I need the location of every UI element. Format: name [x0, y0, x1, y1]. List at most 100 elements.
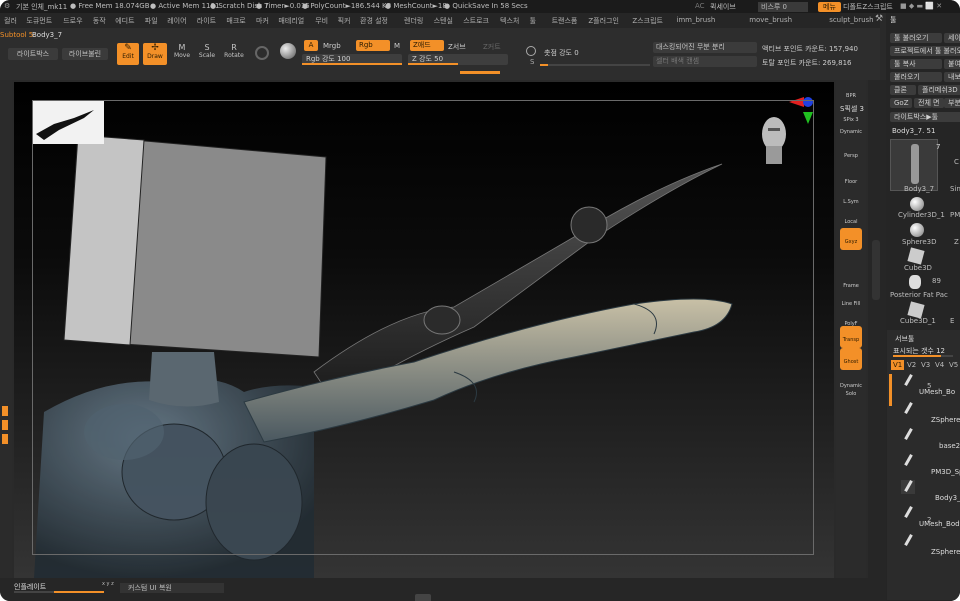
subtool-item-1[interactable]: ZSphere [931, 416, 960, 424]
polymesh3d-button[interactable]: 폴리메쉬3D 만 [918, 85, 960, 95]
subtool-thumbnail-icon[interactable] [901, 454, 915, 468]
rotate-button[interactable]: R Rotate [222, 43, 246, 65]
cube-icon[interactable] [907, 247, 925, 265]
menu-item-15[interactable]: 스텐실 [434, 16, 453, 26]
gizmo-icon[interactable] [255, 46, 269, 60]
right-tool-ghost[interactable]: Ghost [840, 348, 862, 370]
goz-button[interactable]: GoZ [890, 98, 912, 108]
partial-button[interactable]: 부분 [944, 98, 960, 108]
subtool-thumbnail-icon[interactable] [901, 374, 915, 388]
subtool-item-5[interactable]: UMesh_Body [919, 520, 960, 528]
spix-label[interactable]: S픽셀 3 [840, 104, 864, 114]
right-tool-l-sym[interactable]: L.Sym [840, 188, 862, 210]
zadd-button[interactable]: Z애드 [410, 40, 444, 51]
menu-item-24[interactable]: sculpt_brush [829, 16, 873, 24]
menu-item-23[interactable]: move_brush [749, 16, 792, 24]
right-tool-transp[interactable]: Transp [840, 326, 862, 348]
live-boolean-button[interactable]: 라이브불린 [62, 48, 108, 60]
cube-1-icon[interactable] [907, 301, 925, 319]
window-buttons[interactable]: ■ ◆ ▬ ⬜ ✕ [900, 2, 942, 10]
mrgb-button[interactable]: Mrgb [323, 42, 341, 50]
right-scrollbar[interactable] [868, 80, 886, 580]
fat-pac-icon[interactable] [909, 275, 921, 289]
menu-item-12[interactable]: 픽커 [338, 16, 351, 26]
scale-button[interactable]: S Scale [197, 43, 217, 65]
draw-button[interactable]: ✢ Draw [143, 43, 167, 65]
zsub-button[interactable]: Z서브 [448, 42, 466, 52]
rgb-intensity-slider[interactable]: Rgb 강도 100 [302, 54, 402, 65]
lightbox-button[interactable]: 라이트박스 [8, 48, 58, 60]
import-project-tool-button[interactable]: 프로젝트에서 툴 불러오 [890, 46, 960, 56]
menu-item-10[interactable]: 매테리얼 [278, 16, 304, 26]
subtool-thumbnail-icon[interactable] [901, 428, 915, 442]
subtool-tab-v3[interactable]: V3 [919, 360, 932, 370]
focal-shift-bar[interactable] [540, 64, 650, 66]
draw-size-bar[interactable] [460, 71, 500, 74]
tool-extra-e[interactable]: E [950, 317, 954, 325]
quicksave-button[interactable]: 퀵세이브 [710, 2, 736, 12]
menu-item-20[interactable]: Z플러그인 [588, 16, 619, 26]
cylinder-icon[interactable] [910, 197, 924, 211]
z-intensity-slider[interactable]: Z 강도 50 [408, 54, 508, 65]
tool-label-fatpac[interactable]: Posterior Fat Pac [890, 291, 948, 299]
right-tool-persp[interactable]: Persp [840, 142, 862, 164]
tool-label-sphere[interactable]: Sphere3D [902, 238, 937, 246]
menu-item-22[interactable]: imm_brush [676, 16, 715, 24]
subtool-tab-v4[interactable]: V4 [933, 360, 946, 370]
sphere-icon[interactable] [910, 223, 924, 237]
rgb-button[interactable]: Rgb [356, 40, 390, 51]
menu-item-14[interactable]: 렌더링 [404, 16, 423, 26]
right-tool-floor[interactable]: Floor [840, 168, 862, 190]
dynamesh-button[interactable]: 대스킹되어진 무분 분리 [653, 42, 757, 53]
move-button[interactable]: M Move [172, 43, 192, 65]
menu-item-1[interactable]: 도큐먼트 [26, 16, 52, 26]
custom-ui-restore[interactable]: 커스텀 UI 복원 [120, 583, 224, 593]
right-tool-dynamic[interactable]: Dynamic [840, 118, 862, 140]
menu-item-3[interactable]: 동작 [93, 16, 106, 26]
tool-label-cube[interactable]: Cube3D [904, 264, 932, 272]
visible-button[interactable]: 면 [932, 98, 944, 108]
subtool-tab-v2[interactable]: V2 [905, 360, 918, 370]
menu-item-2[interactable]: 드로우 [63, 16, 82, 26]
inflate-bar[interactable] [14, 591, 104, 593]
menu-item-8[interactable]: 매크로 [226, 16, 245, 26]
bottom-chevron-icon[interactable] [415, 594, 431, 601]
menu-item-6[interactable]: 레이어 [167, 16, 186, 26]
a-button[interactable]: A [304, 40, 318, 51]
menu-item-7[interactable]: 라이트 [197, 16, 216, 26]
lightbox-tool-button[interactable]: 라이트박스▶툴 [890, 112, 960, 122]
menu-item-18[interactable]: 툴 [530, 16, 536, 26]
right-tool-bpr[interactable]: BPR [840, 82, 862, 104]
menu-item-16[interactable]: 스트로크 [463, 16, 489, 26]
m-button[interactable]: M [394, 42, 400, 50]
subtool-tab-v5[interactable]: V5 [947, 360, 960, 370]
menu-item-4[interactable]: 에디트 [115, 16, 134, 26]
copy-tool-button[interactable]: 툴 복사 [890, 59, 942, 69]
all-button[interactable]: 전체 [914, 98, 932, 108]
tool-label-body[interactable]: Body3_7 [904, 185, 934, 193]
current-tool-thumbnail[interactable] [890, 139, 938, 191]
load-button[interactable]: 불러오기 [890, 72, 942, 82]
subtool-scrollbar[interactable] [889, 374, 892, 406]
default-script-button[interactable]: 디폴트Z스크립트 [843, 2, 893, 12]
tool-extra-pm[interactable]: PM [950, 211, 960, 219]
zcut-button[interactable]: Z커트 [483, 42, 501, 52]
tool-label-cylinder[interactable]: Cylinder3D_1 [898, 211, 945, 219]
clone-button[interactable]: 클론 [890, 85, 916, 95]
subtool-item-6[interactable]: ZSphere [931, 548, 960, 556]
menu-item-17[interactable]: 텍스처 [500, 16, 519, 26]
save-as-button[interactable]: 세이 [944, 33, 960, 43]
subtool-thumbnail-icon[interactable] [901, 402, 915, 416]
menu-item-9[interactable]: 마커 [256, 16, 269, 26]
menu-item-19[interactable]: 트랜스폼 [552, 16, 578, 26]
focal-shift-slider[interactable]: 촛점 강도 0 [540, 48, 650, 59]
right-tool-dynamic-solo[interactable]: Dynamic Solo [840, 372, 862, 397]
menu-item-0[interactable]: 컬러 [4, 16, 17, 26]
subtool-thumbnail-icon[interactable] [901, 480, 915, 494]
right-tool-gxyz[interactable]: Gxyz [840, 228, 862, 250]
tool-extra-z[interactable]: Z [954, 238, 959, 246]
export-button[interactable]: 내보 [944, 72, 960, 82]
subtool-thumbnail-icon[interactable] [901, 506, 915, 520]
transparency-slider[interactable]: 비스루 0 [758, 2, 808, 12]
tool-extra-c[interactable]: C [954, 158, 959, 166]
